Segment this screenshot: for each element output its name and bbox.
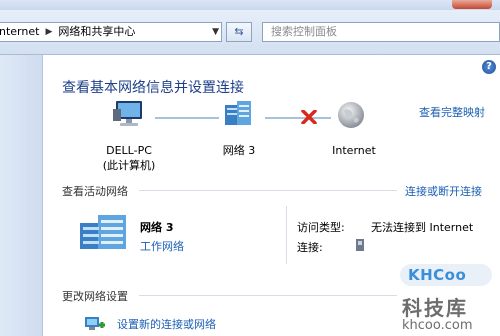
setup-connection-icon <box>85 317 105 330</box>
breadcrumb-internet[interactable]: nternet <box>0 25 39 38</box>
setup-connection-link[interactable]: 设置新的连接或网络 <box>117 316 216 332</box>
breadcrumb-current[interactable]: 网络和共享中心 <box>58 25 135 38</box>
map-link-computer-network <box>155 117 219 119</box>
map-link-network-internet <box>265 117 331 119</box>
computer-name: DELL-PC <box>106 144 152 157</box>
watermark-cn: 科技库 <box>402 296 468 320</box>
refresh-button[interactable]: ⇆ <box>226 22 252 42</box>
watermark-logo: KHCoo <box>400 262 492 288</box>
internet-label: Internet <box>332 144 376 157</box>
network-label: 网络 3 <box>222 144 256 157</box>
network-icon[interactable] <box>223 99 253 129</box>
access-type-label: 访问类型: <box>297 221 345 234</box>
window-titlebar <box>0 0 500 10</box>
computer-icon[interactable] <box>113 99 145 129</box>
connect-disconnect-link[interactable]: 连接或断开连接 <box>405 183 482 199</box>
network-type-link[interactable]: 工作网络 <box>140 238 184 254</box>
connections-label: 连接: <box>297 241 323 254</box>
search-placeholder: 搜索控制面板 <box>271 25 337 38</box>
address-toolbar: nternet ▶ 网络和共享中心 ▼ ⇆ 搜索控制面板 <box>0 10 500 55</box>
change-settings-title: 更改网络设置 <box>62 290 128 303</box>
active-networks-title: 查看活动网络 <box>62 185 128 198</box>
page-title: 查看基本网络信息并设置连接 <box>62 80 244 96</box>
access-type-value: 无法连接到 Internet <box>371 221 474 234</box>
active-networks-divider <box>286 206 287 264</box>
watermark-logo-text: KHCoo <box>408 266 467 284</box>
network-building-icon <box>80 215 126 249</box>
search-input[interactable]: 搜索控制面板 <box>262 22 500 42</box>
refresh-icon: ⇆ <box>234 25 244 38</box>
help-icon[interactable]: ? <box>482 60 496 74</box>
close-button[interactable] <box>452 0 492 9</box>
full-map-link[interactable]: 查看完整映射 <box>419 104 485 120</box>
red-x-icon[interactable] <box>301 110 317 124</box>
address-bar[interactable]: nternet ▶ 网络和共享中心 ▼ <box>0 22 222 42</box>
left-nav-pane <box>0 55 43 336</box>
connection-icon[interactable] <box>355 238 365 252</box>
change-settings-rule <box>139 295 397 296</box>
breadcrumb-separator-icon[interactable]: ▶ <box>45 27 52 37</box>
computer-sub: (此计算机) <box>102 159 156 172</box>
globe-icon[interactable] <box>336 100 366 130</box>
computer-label: DELL-PC (此计算机) <box>95 143 163 173</box>
active-network-name: 网络 3 <box>140 221 174 234</box>
dropdown-arrow-icon[interactable]: ▼ <box>212 23 219 41</box>
watermark: KHCoo 科技库 khcoo.com <box>398 260 498 336</box>
watermark-domain: khcoo.com <box>402 318 473 333</box>
active-networks-rule <box>139 190 397 191</box>
